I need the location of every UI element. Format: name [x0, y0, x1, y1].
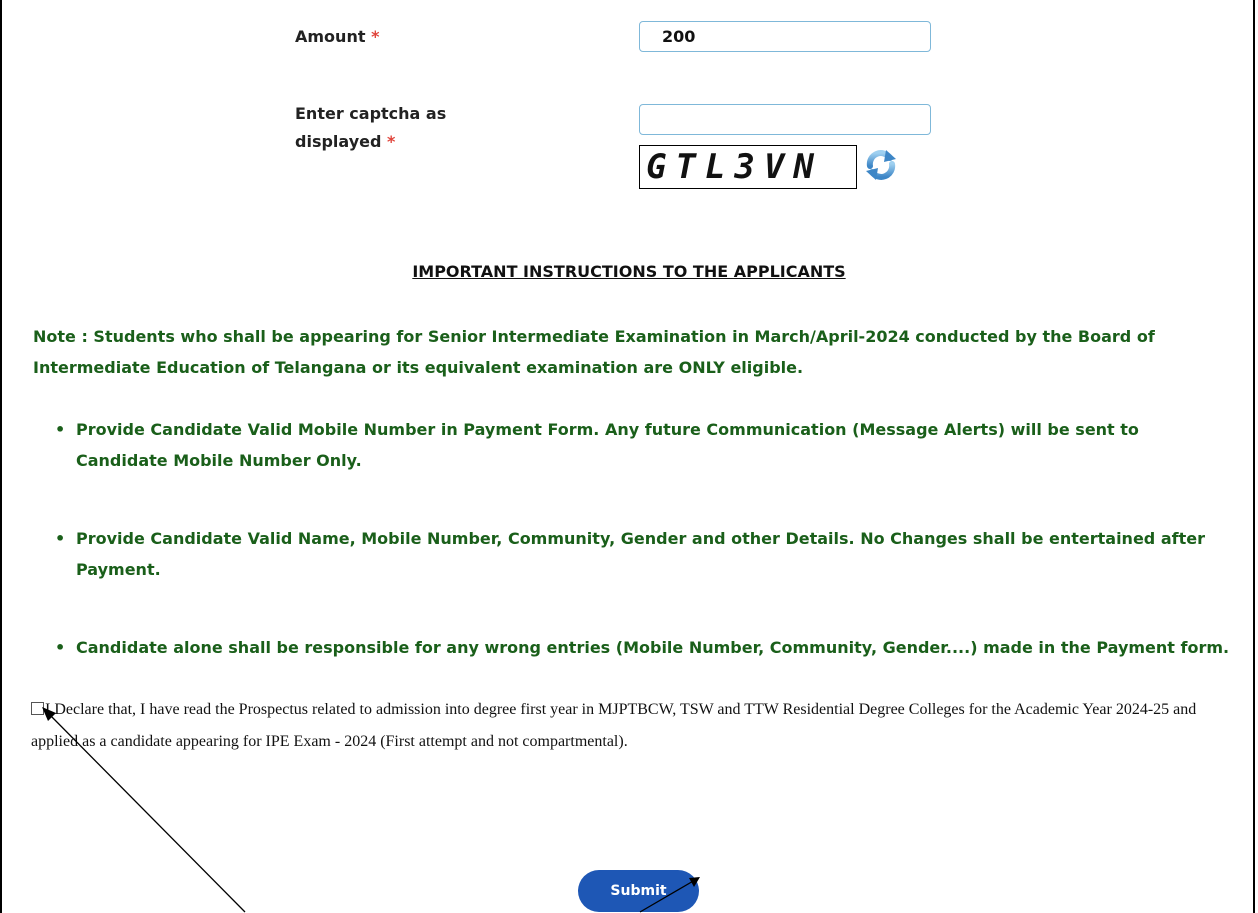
list-item-text: Provide Candidate Valid Mobile Number in… [76, 420, 1139, 470]
captcha-input[interactable] [639, 104, 931, 135]
amount-label-text: Amount [295, 27, 366, 46]
bullet-mark: • [55, 638, 66, 657]
amount-field[interactable] [639, 21, 931, 52]
captcha-label: Enter captcha as displayed * [295, 100, 485, 156]
bullet-mark: • [55, 420, 66, 439]
submit-button[interactable]: Submit [578, 870, 699, 912]
declaration-checkbox[interactable] [31, 702, 44, 715]
declaration-text: I Declare that, I have read the Prospect… [31, 701, 1197, 750]
list-item: • Candidate alone shall be responsible f… [33, 632, 1231, 663]
instructions-heading: IMPORTANT INSTRUCTIONS TO THE APPLICANTS [412, 262, 846, 281]
eligibility-note: Note : Students who shall be appearing f… [33, 327, 1155, 377]
required-mark: * [387, 132, 396, 151]
refresh-icon[interactable] [862, 146, 900, 184]
list-item-text: Provide Candidate Valid Name, Mobile Num… [76, 529, 1205, 579]
captcha-image: GTL3VN [639, 145, 857, 189]
bullet-mark: • [55, 529, 66, 548]
amount-label: Amount * [295, 23, 379, 51]
declaration: I Declare that, I have read the Prospect… [31, 694, 1236, 758]
list-item: • Provide Candidate Valid Name, Mobile N… [33, 523, 1231, 585]
list-item-text: Candidate alone shall be responsible for… [76, 638, 1230, 657]
instruction-list: • Provide Candidate Valid Mobile Number … [33, 414, 1233, 663]
required-mark: * [371, 27, 380, 46]
captcha-label-text: Enter captcha as displayed [295, 104, 447, 151]
list-item: • Provide Candidate Valid Mobile Number … [33, 414, 1231, 476]
